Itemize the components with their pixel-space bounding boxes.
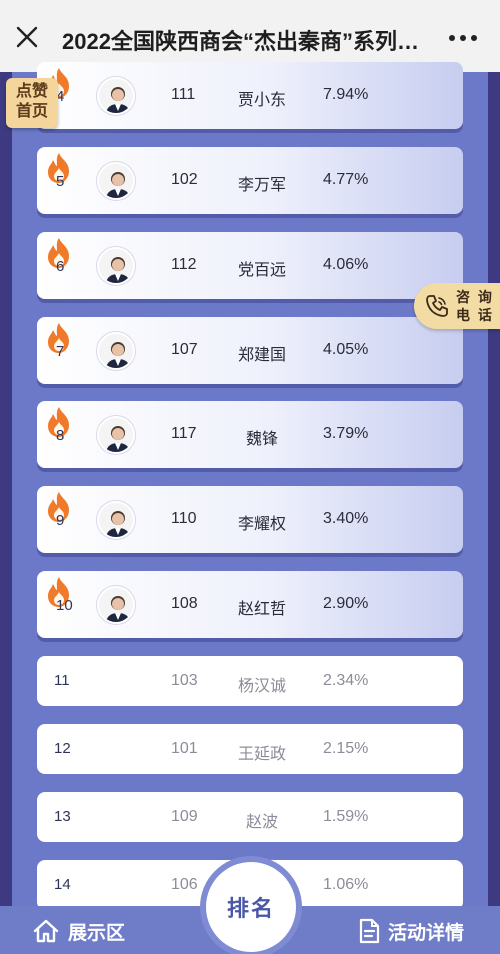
avatar <box>97 332 135 370</box>
tab-ranking-button[interactable]: 排名 <box>206 862 296 952</box>
ranking-row[interactable]: 12 101 王延政 2.15% <box>37 724 463 774</box>
contestant-name: 王延政 <box>237 746 286 763</box>
ranking-row[interactable]: 11 103 杨汉诚 2.34% <box>37 656 463 706</box>
like-badge-line2: 首页 <box>15 103 48 120</box>
document-icon <box>359 918 380 944</box>
vote-percent: 1.06% <box>323 876 369 893</box>
consult-line1: 咨 询 <box>456 289 494 305</box>
tab-activity-details[interactable]: 活动详情 <box>358 918 464 944</box>
contestant-number: 111 <box>171 86 196 103</box>
vote-percent: 2.90% <box>323 595 369 612</box>
ranking-row[interactable]: 13 109 赵波 1.59% <box>37 792 463 842</box>
contestant-name: 赵红哲 <box>237 601 286 618</box>
vote-percent: 7.94% <box>323 86 369 103</box>
contestant-number: 106 <box>171 876 198 893</box>
contestant-name: 赵波 <box>245 814 278 831</box>
rank-number: 7 <box>56 343 65 360</box>
tab-showcase[interactable]: 展示区 <box>32 918 125 944</box>
contestant-number: 102 <box>171 171 198 188</box>
ranking-row[interactable]: 7 107 郑建国 4.05% <box>37 317 463 384</box>
vote-percent: 3.40% <box>323 510 369 527</box>
contestant-name: 杨汉诚 <box>237 678 286 695</box>
contestant-number: 109 <box>171 808 198 825</box>
rank-number: 12 <box>54 740 71 757</box>
vote-percent: 4.06% <box>323 256 369 273</box>
contestant-number: 117 <box>171 425 197 442</box>
contestant-number: 101 <box>171 740 198 757</box>
contestant-name: 贾小东 <box>237 92 286 109</box>
rank-number: 14 <box>54 876 71 893</box>
avatar <box>97 586 135 624</box>
avatar <box>97 416 135 454</box>
ranking-row[interactable]: 10 108 赵红哲 2.90% <box>37 571 463 638</box>
rank-number: 6 <box>56 258 65 275</box>
tab-activity-details-label: 活动详情 <box>388 922 465 944</box>
rank-number: 9 <box>56 512 65 529</box>
contestant-number: 108 <box>171 595 198 612</box>
avatar <box>97 162 135 200</box>
contestant-name: 李耀权 <box>237 516 286 533</box>
close-icon[interactable] <box>14 24 40 50</box>
contestant-number: 103 <box>171 672 198 689</box>
vote-percent: 2.34% <box>323 672 369 689</box>
tab-ranking-label: 排名 <box>226 896 275 921</box>
consult-phone-button[interactable]: 咨 询 电 话 <box>414 283 500 329</box>
avatar <box>97 77 135 115</box>
ranking-row[interactable]: 5 102 李万军 4.77% <box>37 147 463 214</box>
rank-number: 5 <box>56 173 65 190</box>
phone-icon <box>426 295 448 317</box>
vote-percent: 3.79% <box>323 425 369 442</box>
vote-percent: 4.77% <box>323 171 369 188</box>
vote-percent: 2.15% <box>323 740 369 757</box>
rank-number: 11 <box>54 672 70 689</box>
contestant-number: 112 <box>171 256 197 273</box>
vote-percent: 4.05% <box>323 341 369 358</box>
consult-line2: 电 话 <box>456 307 494 323</box>
more-icon[interactable] <box>448 34 478 42</box>
rank-number: 8 <box>56 427 65 444</box>
contestant-name: 魏锋 <box>245 431 278 448</box>
like-badge-line1: 点赞 <box>15 83 48 100</box>
contestant-name: 郑建国 <box>237 347 286 364</box>
avatar <box>97 247 135 285</box>
contestant-name: 李万军 <box>237 177 286 194</box>
tab-showcase-label: 展示区 <box>68 922 126 944</box>
page-title: 2022全国陕西商会“杰出秦商”系列… <box>62 29 419 54</box>
contestant-name: 党百远 <box>237 262 286 279</box>
contestant-number: 110 <box>171 510 197 527</box>
home-icon <box>33 919 59 943</box>
ranking-row[interactable]: 6 112 党百远 4.06% <box>37 232 463 299</box>
ranking-row[interactable]: 9 110 李耀权 3.40% <box>37 486 463 553</box>
like-home-badge[interactable]: 点赞 首页 <box>6 78 58 128</box>
ranking-row[interactable]: 8 117 魏锋 3.79% <box>37 401 463 468</box>
contestant-number: 107 <box>171 341 198 358</box>
avatar <box>97 501 135 539</box>
rank-number: 10 <box>56 597 73 614</box>
vote-percent: 1.59% <box>323 808 369 825</box>
ranking-row[interactable]: 4 111 贾小东 7.94% <box>37 62 463 129</box>
rank-number: 13 <box>54 808 71 825</box>
